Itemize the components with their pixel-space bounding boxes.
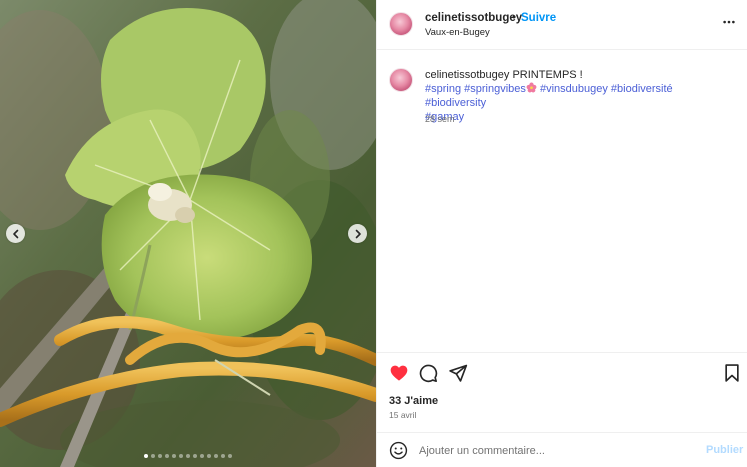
- hashtag-link[interactable]: #vinsdubugey: [540, 83, 608, 95]
- publish-button[interactable]: Publier: [706, 444, 743, 456]
- caption-timestamp[interactable]: 28 sem: [425, 114, 455, 124]
- post-header: celinetissotbugey • Suivre Vaux-en-Bugey: [377, 0, 747, 50]
- carousel-dot: [172, 454, 176, 458]
- follow-button[interactable]: Suivre: [521, 12, 556, 24]
- comment-composer: Publier: [377, 432, 747, 467]
- post-photo[interactable]: [0, 0, 376, 467]
- comment-icon: [419, 364, 438, 383]
- more-options-button[interactable]: [721, 14, 737, 30]
- carousel-dot: [151, 454, 155, 458]
- emoji-picker-button[interactable]: [389, 441, 408, 460]
- carousel-dot: [193, 454, 197, 458]
- caption-text: celinetissotbugey PRINTEMPS ! #spring #s…: [425, 68, 733, 124]
- carousel-dot: [158, 454, 162, 458]
- caption-username[interactable]: celinetissotbugey: [425, 69, 509, 81]
- carousel-dot: [144, 454, 148, 458]
- comment-button[interactable]: [418, 363, 438, 383]
- caption-body: PRINTEMPS !: [512, 69, 583, 81]
- carousel-dot: [214, 454, 218, 458]
- like-button[interactable]: [389, 363, 409, 383]
- carousel-prev-button[interactable]: [6, 224, 25, 243]
- comment-input[interactable]: [419, 442, 689, 459]
- likes-count[interactable]: 33 J'aime: [389, 395, 438, 407]
- post-actions: 33 J'aime 15 avril: [377, 352, 747, 432]
- flower-emoji-icon: [526, 82, 537, 93]
- bookmark-icon: [725, 364, 739, 382]
- carousel-dot: [200, 454, 204, 458]
- share-button[interactable]: [448, 363, 468, 383]
- heart-filled-icon: [390, 365, 408, 381]
- carousel-dot: [165, 454, 169, 458]
- send-icon: [449, 364, 468, 382]
- carousel-dot: [207, 454, 211, 458]
- vine-photo-illustration: [0, 0, 376, 467]
- post-side-panel: celinetissotbugey • Suivre Vaux-en-Bugey…: [376, 0, 747, 467]
- hashtag-link[interactable]: #biodiversité: [611, 83, 673, 95]
- hashtag-link[interactable]: #biodiversity: [425, 97, 486, 109]
- post-caption: celinetissotbugey PRINTEMPS ! #spring #s…: [377, 50, 747, 352]
- carousel-dot: [221, 454, 225, 458]
- hashtag-link[interactable]: #spring: [425, 83, 461, 95]
- header-username[interactable]: celinetissotbugey: [425, 12, 522, 24]
- post-date[interactable]: 15 avril: [389, 410, 416, 420]
- save-button[interactable]: [722, 363, 742, 383]
- carousel-dots: [0, 454, 376, 458]
- caption-avatar[interactable]: [389, 68, 413, 92]
- hashtag-link[interactable]: #springvibes: [464, 83, 526, 95]
- carousel-dot: [186, 454, 190, 458]
- carousel-dot: [228, 454, 232, 458]
- carousel-dot: [179, 454, 183, 458]
- header-separator: •: [512, 12, 517, 24]
- chevron-left-icon: [12, 229, 18, 238]
- avatar[interactable]: [389, 12, 413, 36]
- smiley-icon: [389, 441, 408, 460]
- carousel-next-button[interactable]: [348, 224, 367, 243]
- location-link[interactable]: Vaux-en-Bugey: [425, 27, 490, 38]
- more-horizontal-icon: [723, 20, 735, 24]
- chevron-right-icon: [355, 229, 361, 238]
